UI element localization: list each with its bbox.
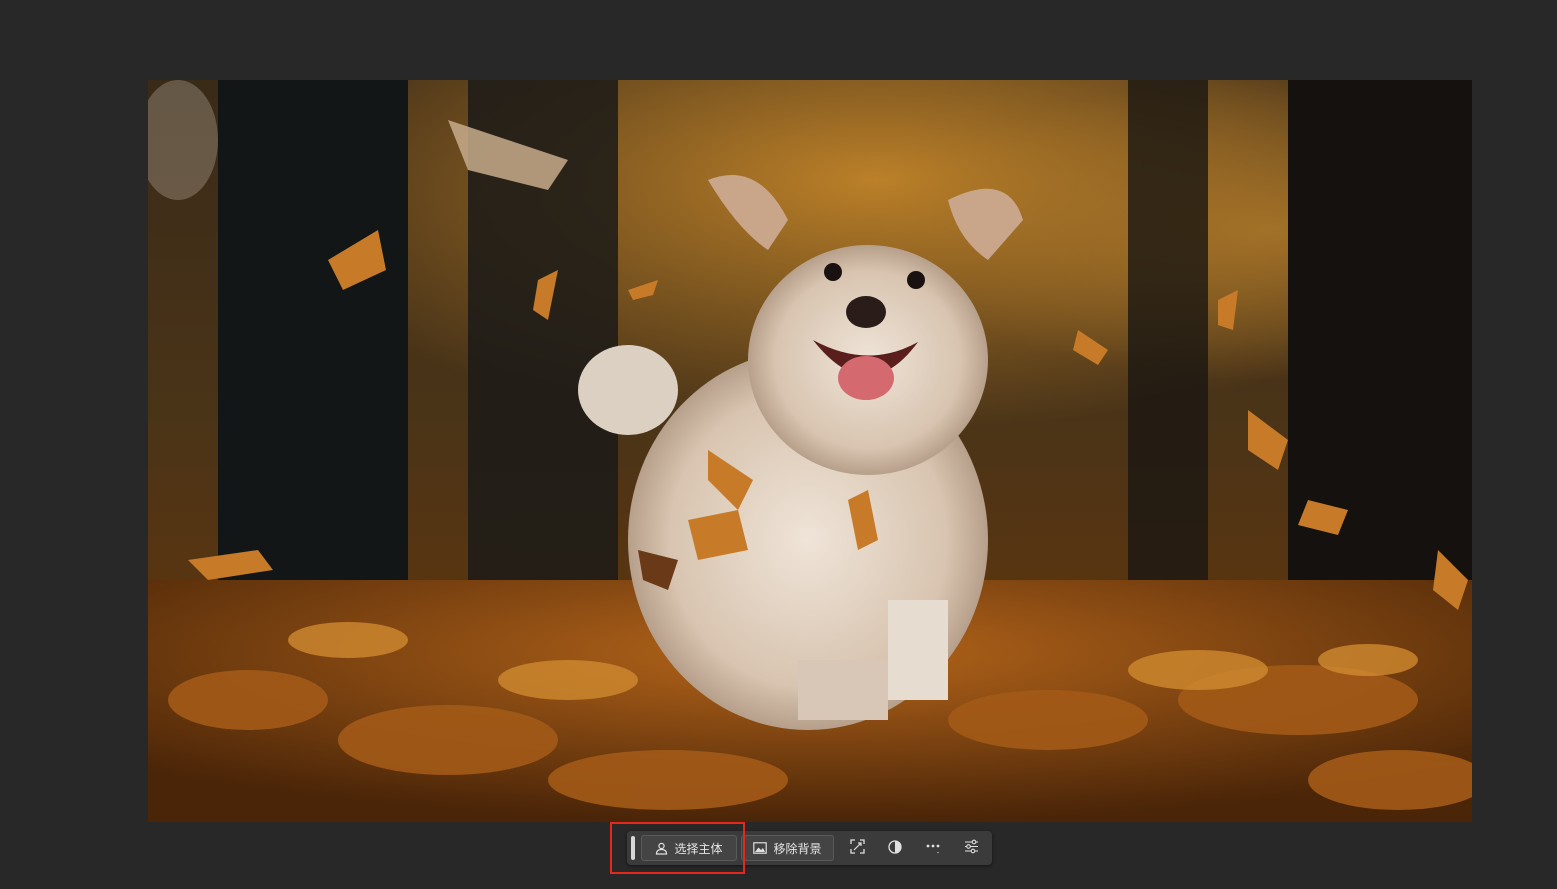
more-options-button[interactable] (918, 835, 948, 861)
select-subject-button[interactable]: 选择主体 (641, 835, 737, 861)
crop-expand-icon (849, 838, 865, 858)
sliders-icon (964, 839, 979, 858)
document-canvas[interactable] (0, 0, 1557, 889)
transform-button[interactable] (842, 835, 872, 861)
taskbar-settings-button[interactable] (956, 835, 986, 861)
contrast-icon (888, 839, 902, 858)
remove-background-label: 移除背景 (773, 841, 822, 856)
select-subject-label: 选择主体 (674, 841, 723, 856)
adjustment-button[interactable] (880, 835, 910, 861)
canvas-photo[interactable] (148, 80, 1472, 822)
image-icon (753, 842, 768, 854)
remove-background-button[interactable]: 移除背景 (741, 835, 834, 861)
drag-handle[interactable] (631, 836, 635, 860)
contextual-task-bar: 选择主体 移除背景 (627, 831, 992, 865)
ellipsis-icon (925, 839, 941, 858)
photo-render (148, 80, 1472, 822)
person-icon (655, 842, 668, 855)
